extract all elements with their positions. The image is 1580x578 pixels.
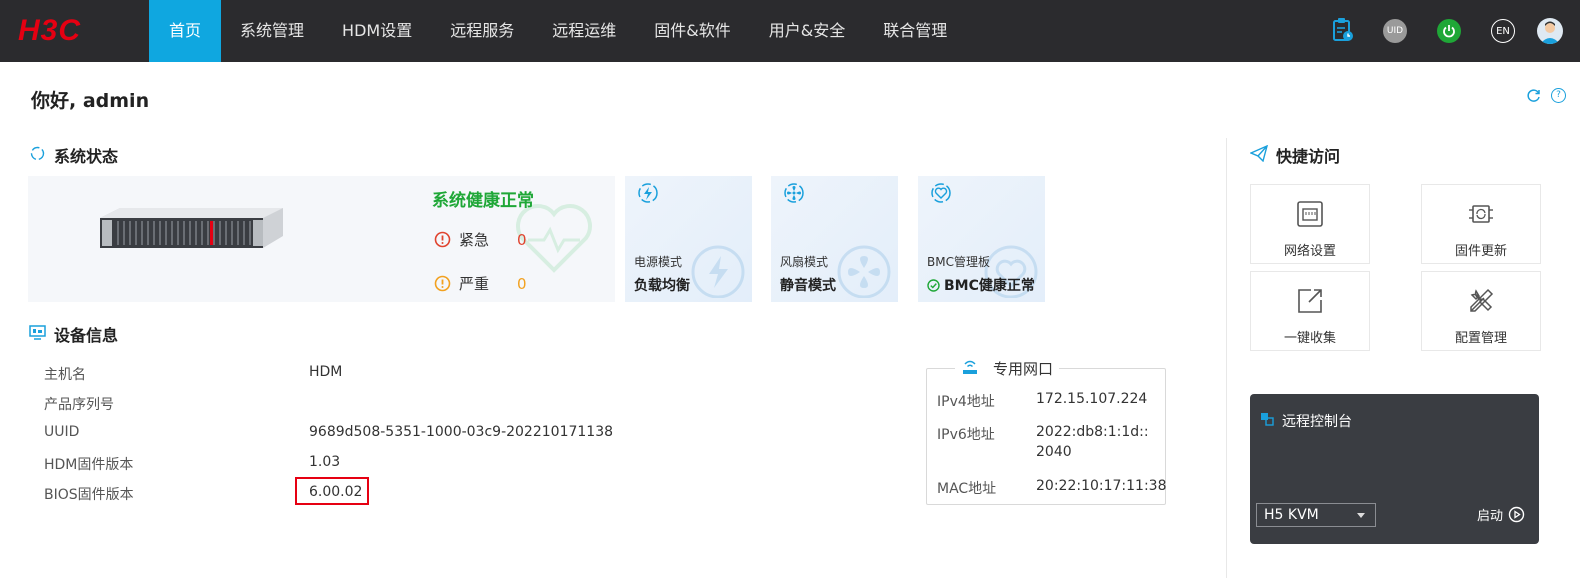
launch-label: 启动 — [1476, 509, 1503, 524]
ipv6-label: IPv6地址 — [937, 427, 995, 443]
system-status-title: 系统状态 — [29, 143, 118, 167]
quick-one-click-collect[interactable]: 一键收集 — [1250, 271, 1370, 351]
nav-hdm-settings[interactable]: HDM设置 — [323, 0, 431, 62]
ipv4-value: 172.15.107.224 — [1036, 391, 1148, 407]
remote-console-panel: 远程控制台 H5 KVM 启动 — [1250, 394, 1539, 544]
firmware-update-label: 固件更新 — [1454, 244, 1507, 259]
hostname-label: 主机名 — [44, 367, 86, 383]
dedicated-port-label: 专用网口 — [993, 360, 1054, 378]
uid-icon[interactable]: UID — [1383, 19, 1407, 43]
config-management-label: 配置管理 — [1454, 331, 1507, 346]
severe-label: 严重 — [459, 275, 490, 293]
fan-icon — [782, 181, 806, 211]
uuid-label: UUID — [44, 424, 80, 440]
main-nav: 首页 系统管理 HDM设置 远程服务 远程运维 固件&软件 用户&安全 联合管理 — [149, 0, 966, 62]
system-status-label: 系统状态 — [54, 147, 119, 166]
dropdown-caret-icon — [1357, 513, 1365, 518]
power-mode-card[interactable]: 电源模式 负载均衡 — [625, 176, 752, 302]
network-icon — [1295, 199, 1325, 233]
power-bolt-icon — [636, 181, 660, 211]
ipv6-value: 2022:db8:1:1d::2040 — [1036, 424, 1149, 460]
monitor-icon — [29, 324, 46, 345]
remote-console-title: 远程控制台 — [1260, 411, 1352, 431]
power-watermark-icon — [688, 242, 748, 302]
uuid-value: 9689d508-5351-1000-03c9-202210171138 — [309, 424, 614, 440]
fan-watermark-icon — [834, 242, 894, 302]
wifi-router-icon — [961, 359, 979, 379]
bmc-card[interactable]: BMC管理板 BMC健康正常 — [918, 176, 1045, 302]
chip-icon — [1466, 199, 1496, 233]
hostname-value: HDM — [309, 364, 343, 380]
urgent-alert-icon — [434, 231, 451, 248]
task-clipboard-icon[interactable] — [1331, 18, 1355, 42]
fan-mode-card[interactable]: 风扇模式 静音模式 — [771, 176, 898, 302]
serial-number-label: 产品序列号 — [44, 397, 114, 413]
urgent-count: 0 — [517, 230, 527, 249]
quick-access-title: 快捷访问 — [1249, 143, 1341, 167]
nav-user-security[interactable]: 用户&安全 — [750, 0, 864, 62]
power-mode-value: 负载均衡 — [634, 278, 690, 294]
server-chassis-image — [100, 206, 283, 250]
severe-alert-icon — [434, 275, 451, 292]
top-navigation-bar: H3C 首页 系统管理 HDM设置 远程服务 远程运维 固件&软件 用户&安全 … — [0, 0, 1580, 62]
health-status-text: 系统健康正常 — [432, 191, 534, 211]
mac-label: MAC地址 — [937, 481, 997, 497]
bmc-heart-icon — [929, 181, 953, 211]
refresh-icon[interactable] — [1526, 88, 1541, 107]
device-info-label: 设备信息 — [54, 326, 119, 345]
h3c-logo[interactable]: H3C — [18, 16, 112, 46]
bios-firmware-value: 6.00.02 — [309, 484, 363, 500]
bmc-label: BMC管理板 — [927, 255, 990, 269]
nav-remote-services[interactable]: 远程服务 — [431, 0, 533, 62]
urgent-alarm-row[interactable]: 紧急 0 — [434, 229, 527, 250]
quick-network-settings[interactable]: 网络设置 — [1250, 184, 1370, 264]
launch-button[interactable]: 启动 — [1477, 505, 1525, 524]
nav-system-management[interactable]: 系统管理 — [221, 0, 323, 62]
console-windows-icon — [1260, 412, 1274, 430]
nav-federated-management[interactable]: 联合管理 — [864, 0, 966, 62]
help-icon[interactable]: ? — [1551, 88, 1566, 103]
power-mode-label: 电源模式 — [634, 255, 683, 269]
one-click-collect-label: 一键收集 — [1283, 331, 1336, 346]
header-tools: ? — [1526, 88, 1566, 107]
severe-count: 0 — [517, 274, 527, 293]
kvm-selected-value: H5 KVM — [1264, 507, 1319, 523]
quick-access-label: 快捷访问 — [1276, 147, 1341, 166]
dedicated-port-title: 专用网口 — [955, 358, 1060, 379]
nav-remote-ops[interactable]: 远程运维 — [533, 0, 635, 62]
language-icon[interactable]: EN — [1491, 19, 1515, 43]
network-settings-label: 网络设置 — [1283, 244, 1336, 259]
check-circle-icon — [927, 278, 940, 292]
quick-firmware-update[interactable]: 固件更新 — [1421, 184, 1541, 264]
ipv4-label: IPv4地址 — [937, 394, 995, 410]
column-divider — [1226, 138, 1227, 578]
power-icon[interactable] — [1437, 19, 1461, 43]
severe-alarm-row[interactable]: 严重 0 — [434, 273, 527, 294]
greeting-text: 你好, admin — [31, 90, 150, 112]
bios-firmware-label: BIOS固件版本 — [44, 487, 134, 503]
bmc-status: BMC健康正常 — [927, 275, 1035, 295]
export-icon — [1295, 286, 1325, 320]
fan-mode-value: 静音模式 — [780, 278, 836, 294]
device-info-title: 设备信息 — [29, 322, 118, 346]
status-cycle-icon — [29, 145, 46, 166]
mac-value: 20:22:10:17:11:38 — [1036, 478, 1167, 494]
kvm-type-select[interactable]: H5 KVM — [1256, 503, 1376, 527]
play-circle-icon — [1508, 506, 1525, 523]
tools-icon — [1466, 286, 1496, 320]
system-health-card: 系统健康正常 紧急 0 严重 0 — [28, 176, 615, 302]
fan-mode-label: 风扇模式 — [780, 255, 829, 269]
nav-firmware-software[interactable]: 固件&软件 — [635, 0, 749, 62]
bmc-status-value: BMC健康正常 — [944, 278, 1035, 294]
remote-console-label: 远程控制台 — [1282, 414, 1352, 430]
urgent-label: 紧急 — [459, 231, 490, 249]
paper-plane-icon — [1249, 144, 1269, 166]
quick-config-management[interactable]: 配置管理 — [1421, 271, 1541, 351]
hdm-firmware-label: HDM固件版本 — [44, 457, 134, 473]
nav-home[interactable]: 首页 — [149, 0, 222, 62]
hdm-firmware-value: 1.03 — [309, 454, 341, 470]
user-avatar-icon[interactable] — [1537, 18, 1563, 44]
